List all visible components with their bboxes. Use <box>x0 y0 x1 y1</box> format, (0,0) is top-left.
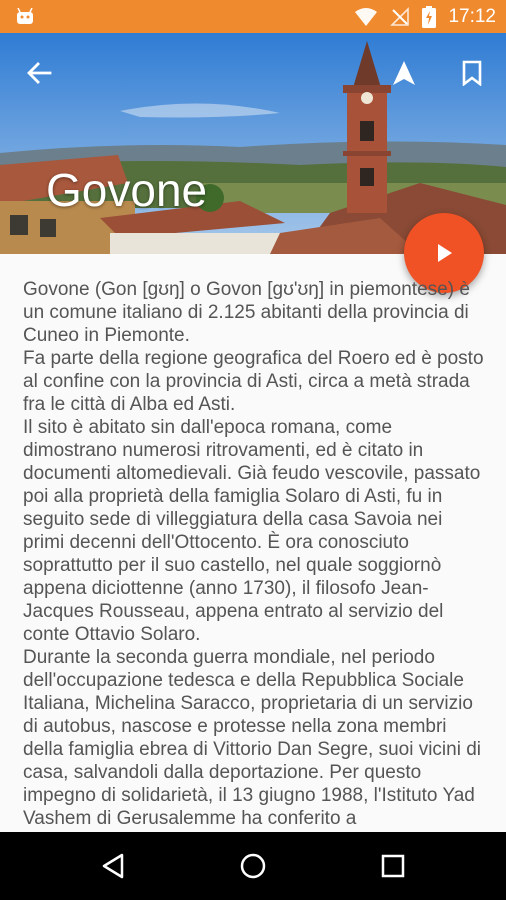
status-time: 17:12 <box>448 5 496 27</box>
bookmark-icon <box>462 60 482 86</box>
navigation-arrow-icon <box>393 61 415 85</box>
article-paragraph: Govone (Gon [gʊŋ] o Govon [gʊ'ʊŋ] in pie… <box>23 279 470 346</box>
nav-home-button[interactable] <box>233 846 273 886</box>
nav-recents-button[interactable] <box>373 846 413 886</box>
recents-square-icon <box>381 854 405 878</box>
wifi-icon <box>355 7 378 26</box>
play-icon <box>438 244 452 262</box>
article-paragraph: Fa parte della regione geografica del Ro… <box>23 348 484 415</box>
android-icon <box>17 8 33 24</box>
system-nav-bar <box>0 832 506 900</box>
article-paragraph: Durante la seconda guerra mondiale, nel … <box>23 647 482 829</box>
no-signal-icon <box>390 6 410 26</box>
back-triangle-icon <box>102 853 124 879</box>
article-body: Govone (Gon [gʊŋ] o Govon [gʊ'ʊŋ] in pie… <box>23 278 487 832</box>
arrow-back-icon <box>27 62 52 84</box>
home-circle-icon <box>240 853 266 879</box>
bookmark-button[interactable] <box>452 53 492 93</box>
article-paragraph: Il sito è abitato sin dall'epoca romana,… <box>23 417 481 645</box>
battery-charging-icon <box>422 5 437 28</box>
nav-back-button[interactable] <box>93 846 133 886</box>
back-button[interactable] <box>19 53 59 93</box>
page-title: Govone <box>46 164 208 216</box>
status-bar: 17:12 <box>0 0 506 33</box>
navigate-button[interactable] <box>384 53 424 93</box>
